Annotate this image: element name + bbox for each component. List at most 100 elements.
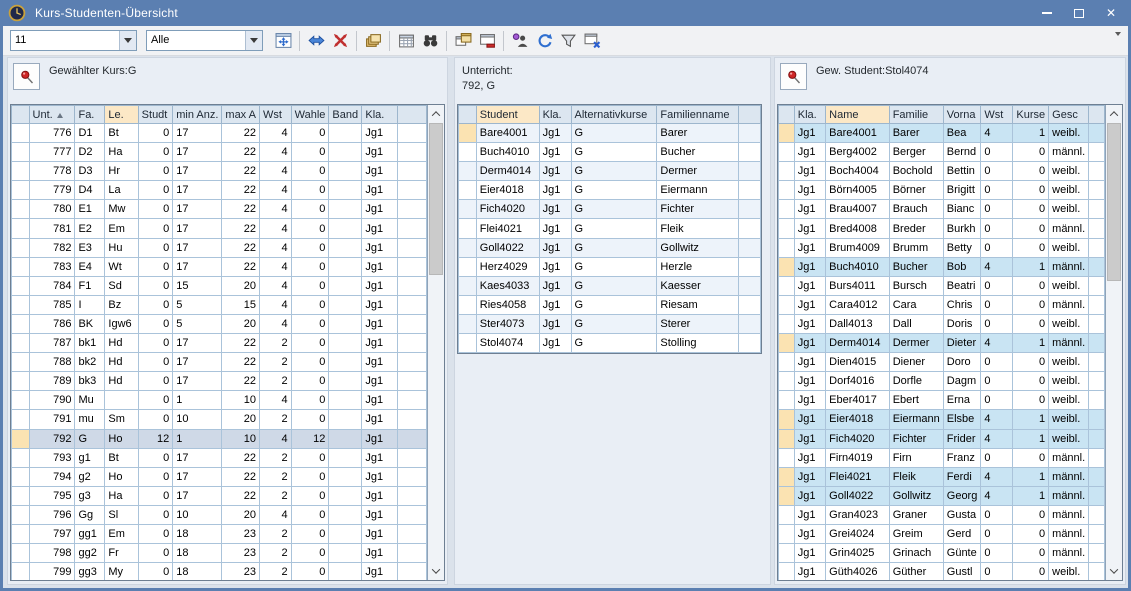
table-cell[interactable]: 5 xyxy=(173,314,222,333)
table-cell[interactable]: Hd xyxy=(105,372,138,391)
table-cell[interactable]: 0 xyxy=(291,467,329,486)
table-cell[interactable]: 0 xyxy=(291,162,329,181)
table-row[interactable]: 778D3Hr0172240Jg1 xyxy=(12,162,427,181)
row-marker-cell[interactable] xyxy=(779,410,795,429)
table-cell[interactable]: Jg1 xyxy=(362,219,398,238)
table-cell[interactable]: Jg1 xyxy=(362,181,398,200)
table-cell[interactable]: Jg1 xyxy=(794,276,825,295)
table-cell[interactable]: Erna xyxy=(943,391,981,410)
row-marker-cell[interactable] xyxy=(12,563,30,580)
table-cell[interactable]: 5 xyxy=(173,295,222,314)
row-marker-cell[interactable] xyxy=(459,257,477,276)
table-cell[interactable]: Mu xyxy=(75,391,105,410)
table-cell[interactable]: 0 xyxy=(291,391,329,410)
table-cell[interactable]: Buch4010 xyxy=(826,257,890,276)
table-row[interactable]: Jg1Dien4015DienerDoro00weibl. xyxy=(779,353,1105,372)
table-cell[interactable]: 1 xyxy=(1013,410,1049,429)
table-cell[interactable]: 22 xyxy=(222,238,260,257)
table-cell[interactable]: 15 xyxy=(222,295,260,314)
table-cell[interactable]: Jg1 xyxy=(794,295,825,314)
table-cell[interactable]: Cara4012 xyxy=(826,295,890,314)
table-cell[interactable]: Gollwitz xyxy=(889,486,943,505)
table-cell[interactable]: Herz4029 xyxy=(476,257,539,276)
table-cell[interactable]: G xyxy=(571,143,657,162)
table-cell[interactable]: G xyxy=(571,219,657,238)
table-cell[interactable]: 787 xyxy=(29,334,75,353)
row-marker-cell[interactable] xyxy=(779,467,795,486)
pin-button[interactable] xyxy=(13,63,40,90)
table-cell[interactable]: 0 xyxy=(1013,314,1049,333)
table-cell[interactable]: 0 xyxy=(1013,524,1049,543)
table-cell[interactable]: 18 xyxy=(173,524,222,543)
table-cell[interactable]: Eiermann xyxy=(657,181,739,200)
row-marker-cell[interactable] xyxy=(779,372,795,391)
table-cell[interactable]: Börner xyxy=(889,181,943,200)
table-cell[interactable]: 0 xyxy=(291,372,329,391)
table-cell[interactable]: Franz xyxy=(943,448,981,467)
table-row[interactable]: Jg1Dall4013DallDoris00weibl. xyxy=(779,314,1105,333)
filter-funnel-icon[interactable] xyxy=(556,29,580,53)
table-cell[interactable]: Fichter xyxy=(889,429,943,448)
table-cell[interactable]: 4 xyxy=(259,200,291,219)
table-cell[interactable]: 0 xyxy=(1013,276,1049,295)
table-cell[interactable]: weibl. xyxy=(1049,391,1089,410)
table-cell[interactable]: 0 xyxy=(981,524,1013,543)
table-cell[interactable]: Jg1 xyxy=(362,372,398,391)
refresh-icon[interactable] xyxy=(532,29,556,53)
table-cell[interactable]: G xyxy=(75,429,105,448)
table-cell[interactable] xyxy=(329,295,362,314)
table-cell[interactable]: Ferdi xyxy=(943,467,981,486)
table-cell[interactable]: Derm4014 xyxy=(476,162,539,181)
table-cell[interactable]: Jg1 xyxy=(539,219,571,238)
table-cell[interactable]: 0 xyxy=(1013,391,1049,410)
table-cell[interactable]: 1 xyxy=(1013,124,1049,143)
table-cell[interactable]: 0 xyxy=(138,314,173,333)
table-cell[interactable]: Bianc xyxy=(943,200,981,219)
table-cell[interactable]: Jg1 xyxy=(539,334,571,353)
table-cell[interactable]: 0 xyxy=(291,524,329,543)
table-row[interactable]: 791muSm0102020Jg1 xyxy=(12,410,427,429)
row-marker-cell[interactable] xyxy=(779,544,795,563)
column-header-wahle[interactable]: Wahle xyxy=(291,106,329,124)
table-cell[interactable]: Gollwitz xyxy=(657,238,739,257)
table-cell[interactable]: 4 xyxy=(981,257,1013,276)
column-header-gesc[interactable]: Gesc xyxy=(1049,106,1089,124)
table-cell[interactable]: Sm xyxy=(105,410,138,429)
table-cell[interactable]: Ebert xyxy=(889,391,943,410)
table-cell[interactable]: weibl. xyxy=(1049,410,1089,429)
row-marker-cell[interactable] xyxy=(12,353,30,372)
table-cell[interactable]: 2 xyxy=(259,410,291,429)
table-row[interactable]: 789bk3Hd0172220Jg1 xyxy=(12,372,427,391)
table-row[interactable]: Jg1Firn4019FirnFranz00männl. xyxy=(779,448,1105,467)
table-cell[interactable]: Kaesser xyxy=(657,276,739,295)
table-cell[interactable]: 0 xyxy=(138,486,173,505)
row-marker-cell[interactable] xyxy=(12,257,30,276)
table-cell[interactable] xyxy=(329,143,362,162)
table-cell[interactable]: männl. xyxy=(1049,143,1089,162)
table-cell[interactable]: Hr xyxy=(105,162,138,181)
column-header-familie[interactable]: Familie xyxy=(889,106,943,124)
row-marker-cell[interactable] xyxy=(779,238,795,257)
row-marker-cell[interactable] xyxy=(779,200,795,219)
row-marker-cell[interactable] xyxy=(12,162,30,181)
table-cell[interactable]: Jg1 xyxy=(362,467,398,486)
column-header-marker[interactable] xyxy=(12,106,30,124)
table-cell[interactable]: Jg1 xyxy=(794,486,825,505)
row-marker-cell[interactable] xyxy=(779,334,795,353)
table-row[interactable]: Jg1Goll4022GollwitzGeorg41männl. xyxy=(779,486,1105,505)
table-cell[interactable]: 0 xyxy=(981,544,1013,563)
table-cell[interactable]: Jg1 xyxy=(539,276,571,295)
table-cell[interactable]: Betty xyxy=(943,238,981,257)
table-cell[interactable]: 0 xyxy=(291,544,329,563)
table-cell[interactable]: G xyxy=(571,276,657,295)
table-cell[interactable]: Em xyxy=(105,219,138,238)
table-cell[interactable]: 22 xyxy=(222,467,260,486)
table-row[interactable]: Jg1Flei4021FleikFerdi41männl. xyxy=(779,467,1105,486)
table-cell[interactable]: Doris xyxy=(943,314,981,333)
row-marker-cell[interactable] xyxy=(779,391,795,410)
table-cell[interactable]: Ha xyxy=(105,486,138,505)
table-cell[interactable]: Jg1 xyxy=(362,295,398,314)
table-cell[interactable]: 2 xyxy=(259,334,291,353)
scroll-up-button[interactable] xyxy=(1106,106,1122,122)
table-cell[interactable]: Jg1 xyxy=(539,124,571,143)
